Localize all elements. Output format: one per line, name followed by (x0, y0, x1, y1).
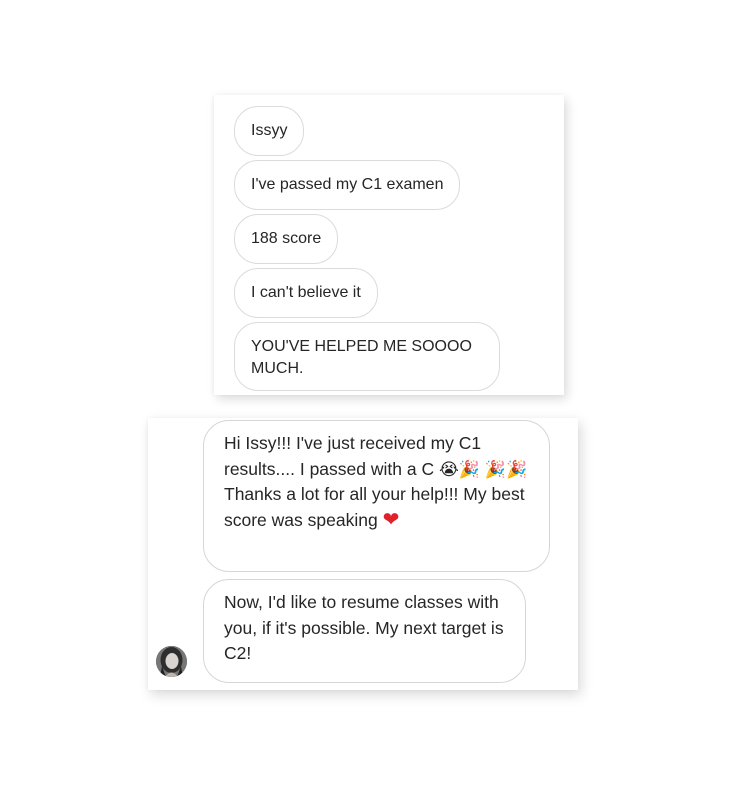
screenshot-canvas: Issyy I've passed my C1 examen 188 score… (0, 0, 740, 800)
message-text: I've passed my C1 examen (251, 176, 444, 193)
message-text: 188 score (251, 230, 322, 247)
message-bubble[interactable]: Hi Issy!!! I've just received my C1 resu… (203, 420, 550, 572)
message-text: YOU'VE HELPED ME SOOOO MUCH. (251, 338, 472, 377)
message-bubble[interactable]: YOU'VE HELPED ME SOOOO MUCH. (234, 322, 500, 391)
message-bubble[interactable]: I've passed my C1 examen (234, 160, 461, 210)
red-heart-icon: ❤ (382, 506, 400, 531)
message-bubble[interactable]: 188 score (234, 214, 339, 264)
message-text: Thanks a lot for all your help!!! My bes… (224, 484, 525, 530)
party-popper-icon: 🎉 (506, 459, 528, 480)
message-bubble[interactable]: Now, I'd like to resume classes with you… (203, 579, 526, 683)
message-text: I can't believe it (251, 284, 361, 301)
party-popper-icon: 🎉 (458, 459, 480, 480)
user-avatar[interactable] (156, 646, 187, 677)
message-thread-bottom: Hi Issy!!! I've just received my C1 resu… (148, 418, 578, 690)
message-thread-top: Issyy I've passed my C1 examen 188 score… (214, 95, 564, 395)
avatar-image (156, 646, 187, 677)
message-bubble[interactable]: I can't believe it (234, 268, 378, 318)
crying-face-icon: 😭 (438, 459, 459, 480)
message-bubble[interactable]: Issyy (234, 106, 305, 156)
message-text: Now, I'd like to resume classes with you… (224, 592, 504, 663)
message-text: Issyy (251, 122, 288, 139)
party-popper-icon: 🎉 (484, 459, 507, 480)
